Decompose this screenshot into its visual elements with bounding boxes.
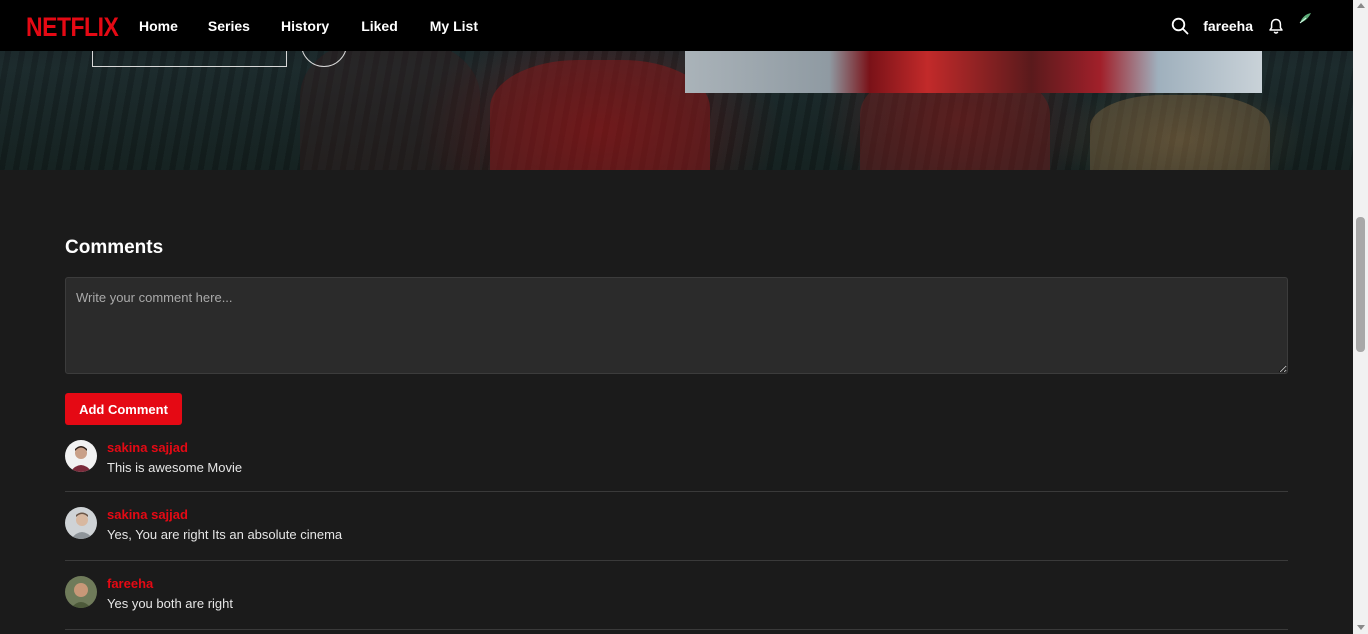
scroll-down-arrow-icon[interactable]: [1357, 625, 1365, 630]
page-viewport: NETFLIX Home Series History Liked My Lis…: [0, 0, 1353, 634]
comment-input[interactable]: [65, 277, 1288, 374]
hero-trailer-strip: [685, 50, 1262, 93]
comment-username[interactable]: fareeha: [107, 576, 233, 592]
hero-reindeer: [1090, 95, 1270, 170]
comment-item: sakina sajjad This is awesome Movie: [65, 440, 1288, 492]
commenter-avatar[interactable]: [65, 576, 97, 608]
netflix-logo[interactable]: NETFLIX: [26, 12, 119, 43]
comment-item: sakina sajjad Yes, You are right Its an …: [65, 492, 1288, 561]
nav-home[interactable]: Home: [139, 18, 178, 34]
scrollbar-thumb[interactable]: [1356, 217, 1365, 352]
search-icon[interactable]: [1169, 15, 1191, 37]
top-navbar: NETFLIX Home Series History Liked My Lis…: [0, 0, 1353, 51]
profile-avatar-icon[interactable]: [1297, 11, 1313, 27]
add-comment-button[interactable]: Add Comment: [65, 393, 182, 425]
nav-history[interactable]: History: [281, 18, 329, 34]
comment-username[interactable]: sakina sajjad: [107, 507, 342, 523]
comment-text: Yes you both are right: [107, 596, 233, 611]
comments-section: Comments Add Comment sakina sajjad This …: [65, 237, 1288, 630]
nav-my-list[interactable]: My List: [430, 18, 478, 34]
comment-text: Yes, You are right Its an absolute cinem…: [107, 527, 343, 542]
comment-username[interactable]: sakina sajjad: [107, 440, 242, 456]
comment-list: sakina sajjad This is awesome Movie saki…: [65, 440, 1288, 630]
nav-series[interactable]: Series: [208, 18, 250, 34]
commenter-avatar[interactable]: [65, 440, 97, 472]
commenter-avatar[interactable]: [65, 507, 97, 539]
comment-item: fareeha Yes you both are right: [65, 561, 1288, 630]
hero-figure-santa: [490, 60, 710, 170]
comments-title: Comments: [65, 237, 164, 258]
comment-text: This is awesome Movie: [107, 460, 243, 475]
nav-right: fareeha: [1169, 12, 1313, 40]
nav-liked[interactable]: Liked: [361, 18, 398, 34]
username-label[interactable]: fareeha: [1203, 18, 1253, 34]
scroll-up-arrow-icon[interactable]: [1357, 3, 1365, 8]
nav-links: Home Series History Liked My List: [139, 18, 478, 34]
bell-icon[interactable]: [1265, 15, 1287, 37]
page-scrollbar[interactable]: [1353, 0, 1368, 634]
